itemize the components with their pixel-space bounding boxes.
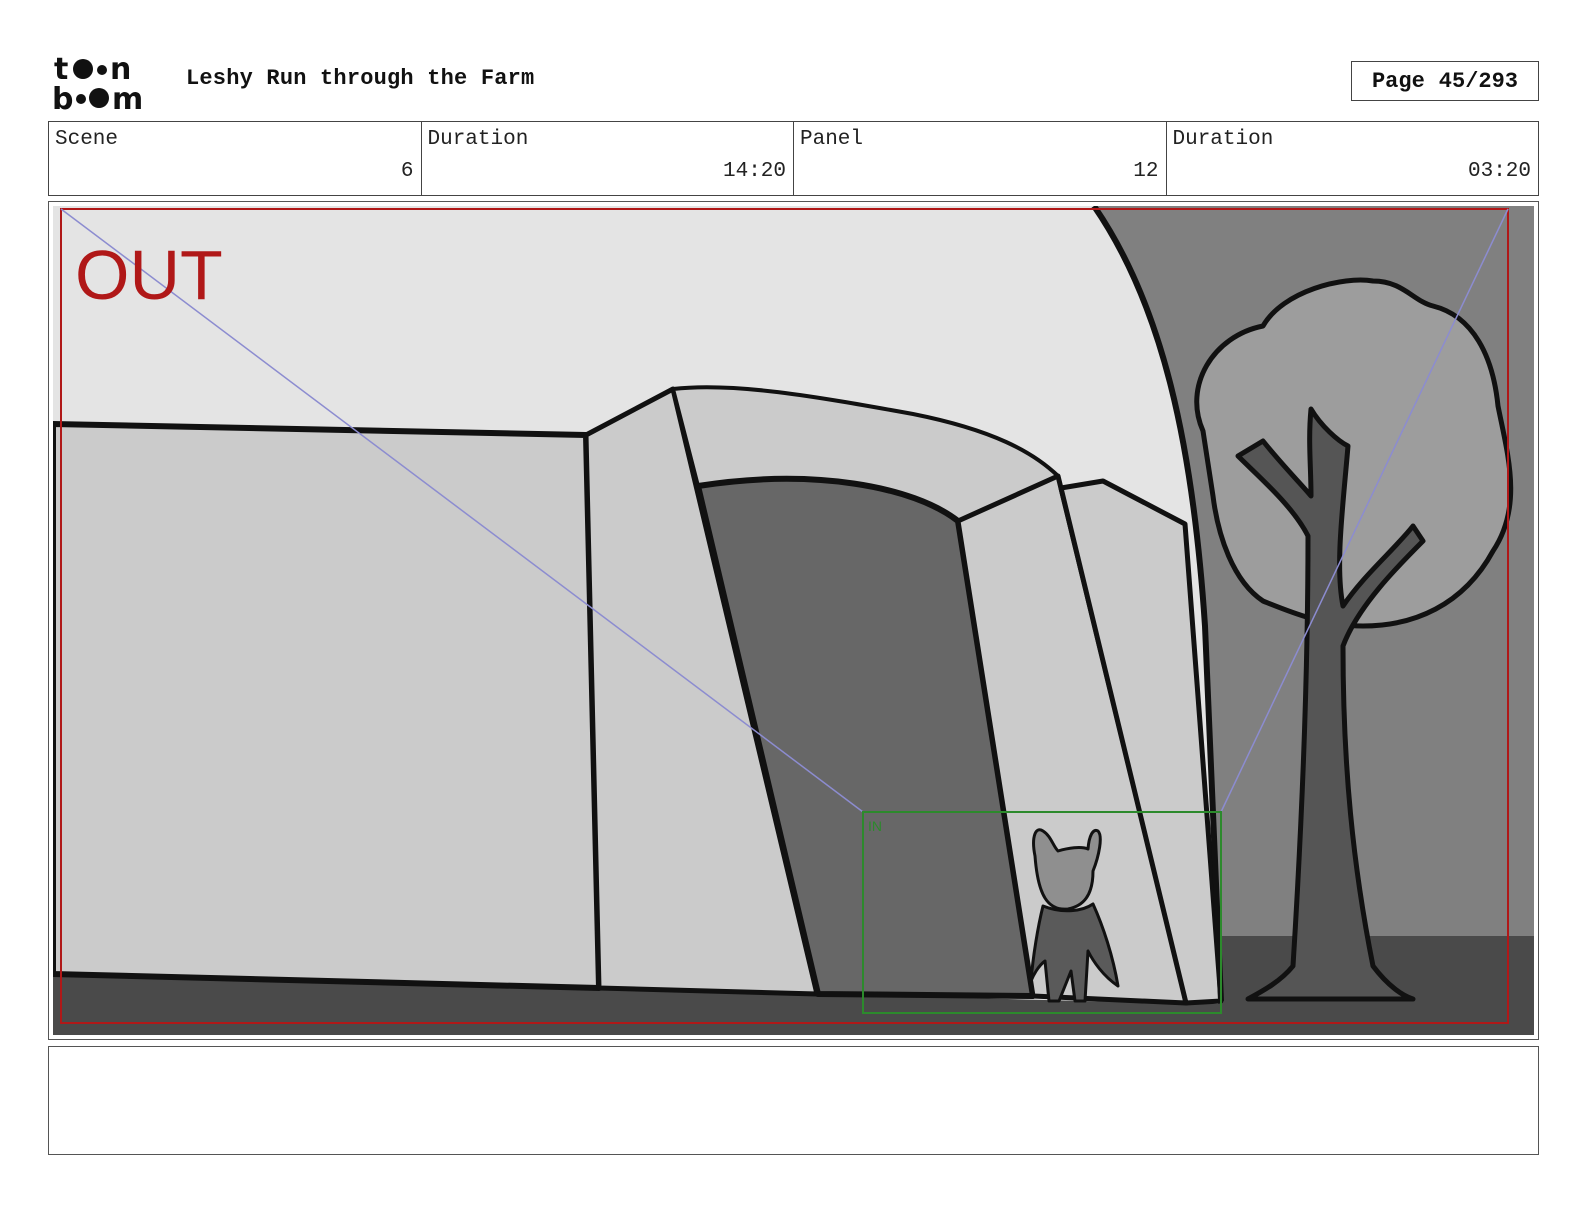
scene-label: Scene <box>55 128 119 151</box>
panel-duration-value: 03:20 <box>1467 160 1531 183</box>
scene-duration-label: Duration <box>427 128 529 151</box>
toon-boom-logo: t n b m <box>52 52 143 112</box>
project-title: Leshy Run through the Farm <box>186 66 535 91</box>
panel-notes <box>48 1046 1539 1155</box>
svg-text:m: m <box>112 82 143 112</box>
scene-duration-cell: Duration 14:20 <box>422 122 794 195</box>
panel-duration-cell: Duration 03:20 <box>1167 122 1539 195</box>
panel-drawing: IN OUT <box>53 206 1534 1035</box>
page-number: 45/293 <box>1438 68 1519 94</box>
svg-text:b: b <box>52 82 73 112</box>
panel-label: Panel <box>800 128 864 151</box>
page-indicator: Page 45/293 <box>1351 61 1539 101</box>
panel-duration-label: Duration <box>1172 128 1274 151</box>
panel-cell: Panel 12 <box>794 122 1167 195</box>
scene-info-table: Scene 6 Duration 14:20 Panel 12 Duration… <box>48 121 1539 196</box>
scene-value: 6 <box>400 160 414 183</box>
storyboard-panel: IN OUT <box>48 201 1539 1040</box>
in-frame-label: IN <box>868 818 882 834</box>
out-label: OUT <box>75 236 223 314</box>
left-wall <box>53 421 602 991</box>
panel-value: 12 <box>1133 160 1159 183</box>
page-label: Page <box>1371 68 1425 94</box>
scene-duration-value: 14:20 <box>722 160 786 183</box>
scene-cell: Scene 6 <box>49 122 422 195</box>
